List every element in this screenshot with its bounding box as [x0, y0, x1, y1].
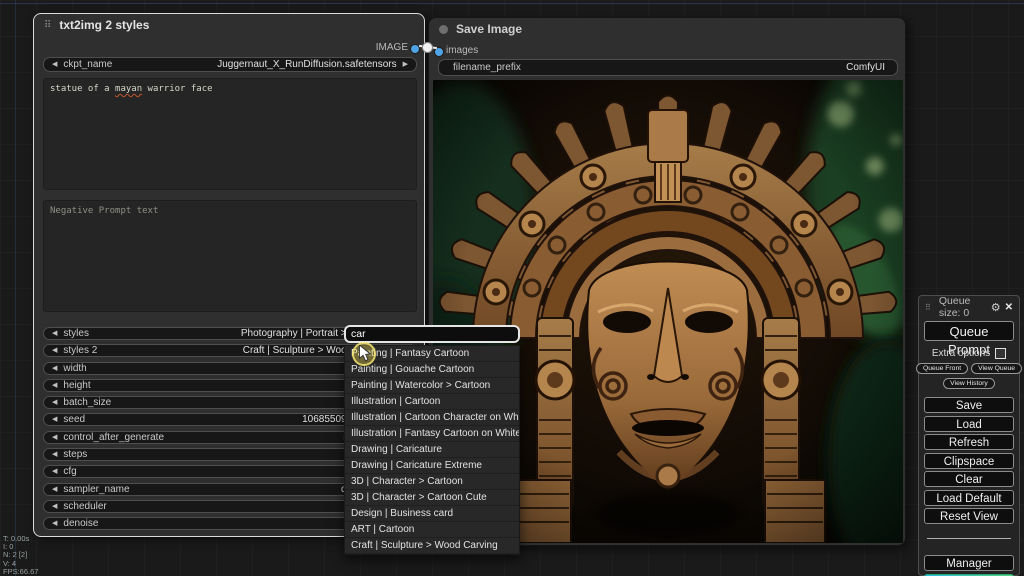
widget-name: ckpt_name	[63, 59, 112, 70]
style-option[interactable]: 3D | Character > Cartoon	[345, 474, 519, 490]
widget-left-arrow-icon[interactable]: ◀	[52, 416, 57, 423]
widget-left-arrow-icon[interactable]: ◀	[52, 399, 57, 406]
style-option[interactable]: Drawing | Caricature Extreme	[345, 458, 519, 474]
node-collapse-dot[interactable]	[439, 25, 448, 34]
widget-name: seed	[63, 414, 85, 425]
widget-value: 10685509	[302, 414, 347, 425]
widget-name: scheduler	[63, 501, 106, 512]
menu-action-button[interactable]: Load	[924, 416, 1014, 432]
widget-left-arrow-icon[interactable]: ◀	[52, 330, 57, 337]
menu-action-button[interactable]: Refresh	[924, 434, 1014, 450]
style-option[interactable]: 3D | Character > Cartoon Cute	[345, 490, 519, 506]
close-icon[interactable]: ✕	[1005, 302, 1013, 313]
style-search-input[interactable]	[344, 325, 520, 343]
style-option[interactable]: Drawing | Caricature	[345, 442, 519, 458]
menu-action-buttons: Save Load Refresh Clipspace Clear Load D…	[919, 397, 1019, 524]
widget-name: styles 2	[63, 345, 97, 356]
queue-prompt-button[interactable]: Queue Prompt	[924, 321, 1014, 341]
widget-name: styles	[63, 328, 89, 339]
canvas-stats: T: 0.00sI: 0N: 2 [2]V: 4FPS:66.67	[3, 535, 38, 576]
grid-major-line-vertical	[15, 0, 16, 576]
style-option[interactable]: ART | Cartoon	[345, 522, 519, 538]
widget-filename-prefix[interactable]: filename_prefix ComfyUI	[438, 59, 898, 76]
queue-panel-header: ⠿ Queue size: 0 ⚙ ✕	[919, 299, 1019, 315]
prompt-text: statue of a	[50, 84, 115, 94]
widget-name: control_after_generate	[63, 432, 164, 443]
widget-value: Juggernaut_X_RunDiffusion.safetensors	[217, 59, 396, 70]
style-option[interactable]: Painting | Watercolor > Cartoon	[345, 378, 519, 394]
style-options-list: Painting | Fantasy Cartoon Painting | Go…	[344, 345, 520, 555]
style-option[interactable]: Illustration | Cartoon	[345, 394, 519, 410]
menu-action-button[interactable]: Load Default	[924, 490, 1014, 506]
menu-divider	[927, 538, 1011, 539]
node-link-dot[interactable]	[422, 42, 433, 53]
output-slot-label: IMAGE	[376, 42, 408, 53]
widget-left-arrow-icon[interactable]: ◀	[52, 503, 57, 510]
widget-right-arrow-icon[interactable]: ▶	[403, 61, 408, 68]
input-slot-label: images	[446, 45, 478, 56]
style-option[interactable]: Design | Business card	[345, 506, 519, 522]
history-pill-row: View History	[919, 378, 1019, 389]
canvas-stat-line: FPS:66.67	[3, 568, 38, 576]
extra-options-label: Extra options	[932, 348, 990, 359]
widget-left-arrow-icon[interactable]: ◀	[52, 520, 57, 527]
node-collapse-icon[interactable]: ⠿	[44, 20, 51, 31]
widget-left-arrow-icon[interactable]: ◀	[52, 434, 57, 441]
widget-name: width	[63, 363, 86, 374]
widget-name: sampler_name	[63, 484, 129, 495]
manager-button[interactable]: Manager	[924, 555, 1014, 571]
extra-options-checkbox[interactable]	[995, 348, 1006, 359]
node-canvas[interactable]: ⠿ txt2img 2 styles IMAGE ◀ ckpt_name Jug…	[0, 0, 1024, 576]
settings-gear-icon[interactable]: ⚙	[991, 301, 1001, 314]
widget-left-arrow-icon[interactable]: ◀	[52, 451, 57, 458]
prompt-misspelled-word: mayan	[115, 84, 142, 94]
widget-left-arrow-icon[interactable]: ◀	[52, 61, 57, 68]
widget-value: Photography | Portrait >	[241, 328, 347, 339]
widget-name: filename_prefix	[453, 62, 521, 73]
style-option[interactable]: Illustration | Fantasy Cartoon on White …	[345, 426, 519, 442]
mouse-cursor-icon	[358, 345, 373, 367]
negative-prompt-textarea[interactable]: Negative Prompt text	[43, 200, 417, 312]
view-history-button[interactable]: View History	[943, 378, 995, 389]
widget-name: height	[63, 380, 90, 391]
node-titlebar[interactable]: ⠿ txt2img 2 styles	[34, 14, 424, 36]
negative-prompt-text: Negative Prompt text	[50, 206, 158, 216]
drag-handle-icon[interactable]: ⠿	[925, 303, 931, 312]
widget-ckpt-name[interactable]: ◀ ckpt_name Juggernaut_X_RunDiffusion.sa…	[43, 57, 417, 72]
style-option[interactable]: Illustration | Cartoon Character on Whit…	[345, 410, 519, 426]
prompt-text: warrior face	[142, 84, 212, 94]
queue-front-button[interactable]: Queue Front	[916, 363, 968, 374]
widget-left-arrow-icon[interactable]: ◀	[52, 486, 57, 493]
widget-name: cfg	[63, 466, 76, 477]
widget-name: steps	[63, 449, 87, 460]
widget-left-arrow-icon[interactable]: ◀	[52, 382, 57, 389]
menu-action-button[interactable]: Save	[924, 397, 1014, 413]
node-titlebar[interactable]: Save Image	[429, 18, 905, 40]
comfy-menu-panel: ⠿ Queue size: 0 ⚙ ✕ Queue Prompt Extra o…	[918, 295, 1020, 576]
widget-name: denoise	[63, 518, 98, 529]
menu-action-button[interactable]: Clear	[924, 471, 1014, 487]
widget-value: ComfyUI	[846, 62, 885, 73]
node-title: txt2img 2 styles	[59, 18, 149, 32]
view-queue-button[interactable]: View Queue	[971, 363, 1022, 374]
node-title: Save Image	[456, 22, 522, 36]
menu-action-button[interactable]: Reset View	[924, 508, 1014, 524]
menu-action-button[interactable]: Clipspace	[924, 453, 1014, 469]
style-option[interactable]: Craft | Sculpture > Wood Carving	[345, 538, 519, 554]
widget-left-arrow-icon[interactable]: ◀	[52, 468, 57, 475]
queue-size-label: Queue size: 0	[939, 295, 987, 319]
widget-value: Craft | Sculpture > Woo	[243, 345, 347, 356]
grid-major-line-horizontal	[0, 3, 1024, 4]
widget-name: batch_size	[63, 397, 111, 408]
widget-left-arrow-icon[interactable]: ◀	[52, 347, 57, 354]
queue-pill-row: Queue Front View Queue	[919, 363, 1019, 374]
extra-options-row: Extra options	[919, 348, 1019, 359]
positive-prompt-textarea[interactable]: statue of a mayan warrior face	[43, 78, 417, 190]
widget-left-arrow-icon[interactable]: ◀	[52, 365, 57, 372]
